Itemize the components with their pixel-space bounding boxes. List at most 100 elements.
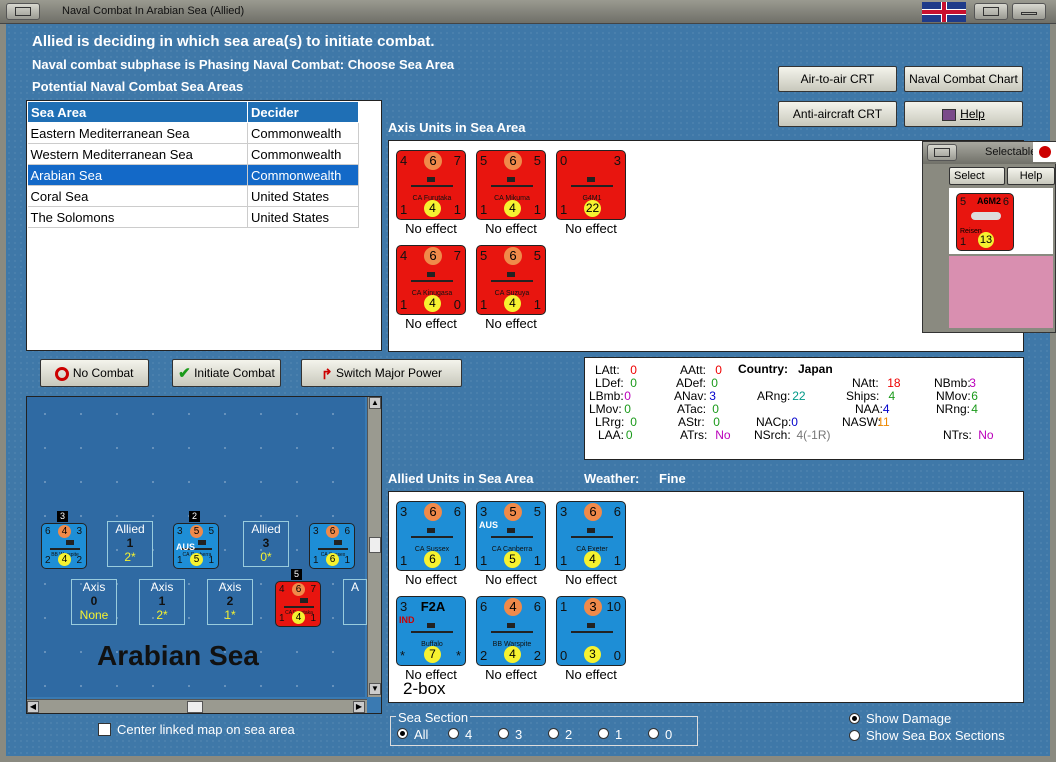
unit-defense: 6 bbox=[504, 152, 522, 170]
map-vertical-scrollbar[interactable]: ▲ ▼ bbox=[367, 397, 381, 697]
unit-effect: No effect bbox=[405, 316, 457, 331]
sea-section-option-label: 3 bbox=[515, 727, 523, 742]
map-horizontal-scrollbar[interactable]: ◀ ▶ bbox=[27, 699, 367, 713]
unit-counter[interactable]: 366CA Sussex161 bbox=[396, 501, 466, 571]
stat-value-anav: 3 bbox=[709, 389, 716, 403]
unit-effect: No effect bbox=[485, 572, 537, 587]
center-map-checkbox[interactable] bbox=[98, 723, 111, 736]
unit-movement: 7 bbox=[424, 646, 441, 663]
selectable-unit-counter[interactable]: 5 A6M2 6 Reisen 1 13 bbox=[956, 193, 1014, 251]
sea-section-radio[interactable] bbox=[397, 728, 408, 739]
axis-sea-box[interactable]: Axis 2 1* bbox=[207, 579, 253, 625]
unit-counter[interactable]: 355CA CanberraAUS151 bbox=[476, 501, 546, 571]
switch-arrow-icon: ↱ bbox=[320, 365, 333, 382]
scroll-left-arrow-icon[interactable]: ◀ bbox=[27, 701, 39, 713]
table-row[interactable]: Eastern Mediterranean Sea Commonwealth bbox=[27, 122, 359, 144]
scroll-h-thumb[interactable] bbox=[187, 701, 203, 713]
allied-sea-box[interactable]: Allied 3 0* bbox=[243, 521, 289, 567]
unit-counter[interactable]: 5 6 5 CA Suzuya 1 4 1 bbox=[476, 245, 546, 315]
sea-section-radio[interactable] bbox=[598, 728, 609, 739]
stat-label-astr: AStr: bbox=[678, 415, 705, 429]
sea-section-title: Sea Section bbox=[396, 710, 471, 725]
unit-defense: 6 bbox=[424, 503, 442, 521]
unit-counter[interactable]: 467CA Furutaka141 bbox=[275, 581, 321, 627]
center-map-label: Center linked map on sea area bbox=[117, 722, 295, 737]
sea-section-radio[interactable] bbox=[548, 728, 559, 739]
stat-value-nacp: 0 bbox=[791, 415, 798, 429]
unit-counter[interactable]: 366CA Sussex161 bbox=[309, 523, 355, 569]
ship-silhouette-icon bbox=[411, 177, 453, 187]
stat-value-adef: 0 bbox=[711, 376, 718, 390]
stat-value-nasw: 11 bbox=[877, 415, 890, 429]
table-row[interactable]: Western Mediterranean Sea Commonwealth bbox=[27, 143, 359, 165]
select-button[interactable]: Select bbox=[949, 167, 1005, 185]
unit-counter[interactable]: 3 F2A Buffalo IND * 7 * bbox=[396, 596, 466, 666]
show-damage-radio[interactable] bbox=[849, 713, 860, 724]
window-menu-button[interactable] bbox=[6, 3, 40, 20]
show-sections-radio[interactable] bbox=[849, 730, 860, 741]
scroll-up-arrow-icon[interactable]: ▲ bbox=[369, 397, 381, 409]
sea-area-map[interactable]: 643BB Warspite2423355CA CanberraAUS15123… bbox=[26, 396, 382, 714]
unit-value: 2 bbox=[76, 555, 82, 566]
initiate-combat-button[interactable]: ✔ Initiate Combat bbox=[172, 359, 281, 387]
allied-sea-box[interactable]: Allied 1 2* bbox=[107, 521, 153, 567]
sea-area-cell: The Solomons bbox=[27, 206, 248, 228]
decider-cell: Commonwealth bbox=[247, 164, 359, 186]
unit-counter[interactable]: 4 6 7 CA Kinugasa 1 4 0 bbox=[396, 245, 466, 315]
unit-attack: 5 bbox=[480, 153, 488, 168]
initiate-combat-label: Initiate Combat bbox=[194, 366, 275, 380]
sea-section-radio[interactable] bbox=[498, 728, 509, 739]
minimize-button[interactable] bbox=[1012, 3, 1046, 20]
checkmark-icon: ✔ bbox=[178, 364, 191, 382]
stat-value-nmov: 6 bbox=[971, 389, 978, 403]
sea-section-radio[interactable] bbox=[448, 728, 459, 739]
switch-major-power-button[interactable]: ↱ Switch Major Power bbox=[301, 359, 462, 387]
unit-movement: 4 bbox=[292, 611, 305, 624]
unit-counter[interactable]: 5 6 5 CA Mikuma 1 4 1 bbox=[476, 150, 546, 220]
box-value: 2* bbox=[124, 550, 136, 564]
column-header-decider[interactable]: Decider bbox=[247, 101, 359, 123]
axis-sea-box[interactable]: Axis 1 2* bbox=[139, 579, 185, 625]
no-combat-button[interactable]: No Combat bbox=[40, 359, 149, 387]
scroll-down-arrow-icon[interactable]: ▼ bbox=[369, 683, 381, 695]
unit-effect: No effect bbox=[405, 572, 457, 587]
uk-flag-icon bbox=[922, 2, 966, 22]
unit-movement: 3 bbox=[584, 646, 601, 663]
unit-counter[interactable]: 3 6 6 CA Exeter 1 4 1 bbox=[556, 501, 626, 571]
column-header-sea-area[interactable]: Sea Area bbox=[27, 101, 248, 123]
unit-effect: No effect bbox=[405, 221, 457, 236]
selectable-menu-button[interactable] bbox=[927, 144, 957, 161]
ship-silhouette-icon bbox=[571, 177, 613, 187]
stack-count-badge: 5 bbox=[291, 569, 302, 580]
axis-sea-box[interactable]: A bbox=[343, 579, 367, 625]
unit-counter[interactable]: 0 3 G4M1 1 22 bbox=[556, 150, 626, 220]
unit-strength: * bbox=[400, 648, 406, 663]
unit-counter[interactable]: 6 4 6 BB Warspite 2 4 2 bbox=[476, 596, 546, 666]
unit-counter[interactable]: 1 3 10 0 3 0 bbox=[556, 596, 626, 666]
country-label: Country: bbox=[738, 362, 788, 376]
naval-combat-chart-button[interactable]: Naval Combat Chart bbox=[904, 66, 1023, 92]
unit-value: 1 bbox=[533, 202, 541, 217]
scroll-right-arrow-icon[interactable]: ▶ bbox=[353, 701, 365, 713]
anti-aircraft-crt-button[interactable]: Anti-aircraft CRT bbox=[778, 101, 897, 127]
unit-counter[interactable]: 643BB Warspite242 bbox=[41, 523, 87, 569]
unit-counter[interactable]: 467CA Furutaka141 bbox=[396, 150, 466, 220]
table-row[interactable]: The Solomons United States bbox=[27, 206, 359, 228]
axis-sea-box[interactable]: Axis 0 None bbox=[71, 579, 117, 625]
selectable-help-button[interactable]: Help bbox=[1007, 167, 1055, 185]
sea-section-radio[interactable] bbox=[648, 728, 659, 739]
unit-value: 0 bbox=[453, 297, 461, 312]
air-to-air-crt-button[interactable]: Air-to-air CRT bbox=[778, 66, 897, 92]
unit-value: 2 bbox=[533, 648, 541, 663]
restore-button[interactable] bbox=[974, 3, 1008, 20]
scroll-thumb[interactable] bbox=[369, 537, 381, 553]
table-row[interactable]: Arabian Sea Commonwealth bbox=[27, 164, 359, 186]
unit-value: 1 bbox=[613, 553, 621, 568]
table-row[interactable]: Coral Sea United States bbox=[27, 185, 359, 207]
unit-effect: No effect bbox=[565, 572, 617, 587]
unit-counter[interactable]: 355CA CanberraAUS151 bbox=[173, 523, 219, 569]
unit-strength: 1 bbox=[480, 202, 488, 217]
help-button[interactable]: Help bbox=[904, 101, 1023, 127]
unit-strength: 1 bbox=[400, 202, 408, 217]
unit-range: 5 bbox=[533, 248, 541, 263]
